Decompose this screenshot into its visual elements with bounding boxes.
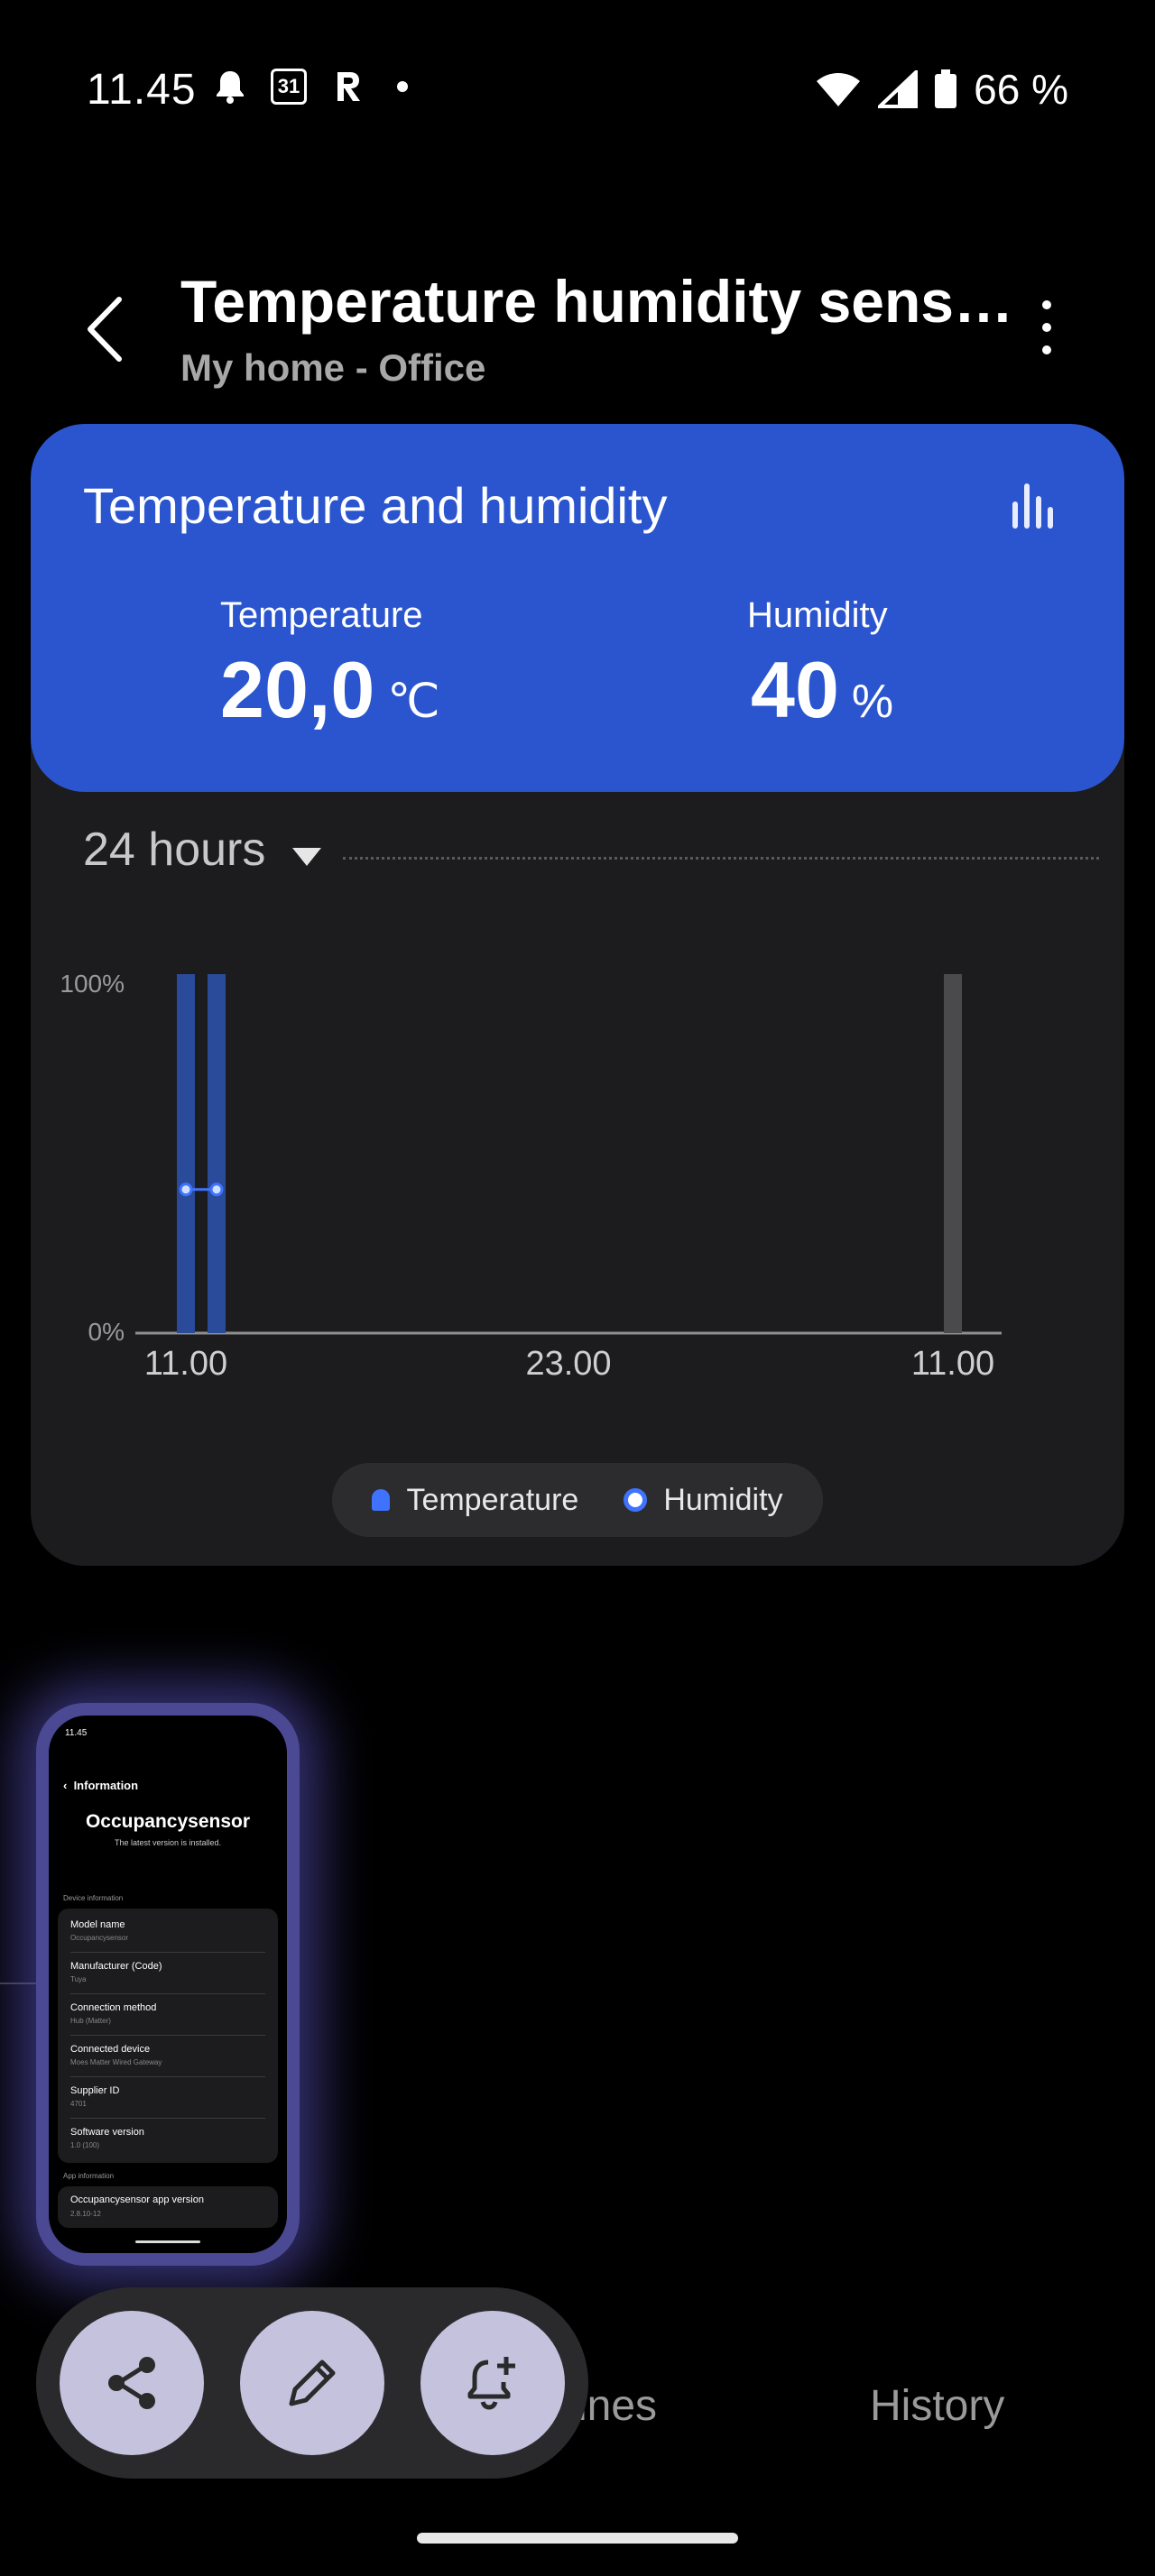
page-subtitle: My home - Office	[180, 346, 486, 389]
thumb-row-value: 1.0 (100)	[70, 2141, 100, 2149]
battery-icon	[935, 69, 957, 108]
status-time: 11.45	[87, 66, 197, 114]
more-options-button[interactable]	[1029, 296, 1065, 359]
thumb-info-row: Connected device Moes Matter Wired Gatewa…	[70, 2040, 265, 2077]
signal-icon	[878, 70, 919, 108]
thumb-version-note: The latest version is installed.	[114, 1838, 222, 1847]
thumb-row-value: Hub (Matter)	[70, 2017, 111, 2025]
humidity-point	[209, 1182, 224, 1197]
legend-humidity[interactable]: Humidity	[624, 1482, 783, 1518]
share-button[interactable]	[60, 2311, 204, 2455]
thumb-info-row: Connection method Hub (Matter)	[70, 1999, 265, 2036]
thumb-status-time: 11.45	[65, 1728, 88, 1738]
bar-chart-icon[interactable]	[1011, 480, 1058, 530]
thumb-app-row: Occupancysensor app version 2.8.10-12	[58, 2186, 278, 2228]
thumb-row-label: Model name	[70, 1919, 125, 1930]
status-notification-icons: 31	[215, 69, 408, 105]
dot-icon	[397, 81, 408, 92]
chevron-down-icon[interactable]	[292, 848, 321, 866]
thumbnail-edge-line	[0, 1983, 40, 1984]
page-title: Temperature humidity sens…	[180, 268, 1014, 335]
thumb-row-label: Connection method	[70, 2002, 157, 2013]
temperature-swatch	[372, 1489, 391, 1511]
bell-plus-icon	[467, 2357, 515, 2410]
range-divider	[343, 857, 1099, 860]
thumb-row-value: Tuya	[70, 1975, 87, 1983]
humidity-value: 40%	[751, 645, 894, 734]
legend-temperature-label: Temperature	[406, 1482, 579, 1517]
thumb-row-value: Occupancysensor	[70, 1934, 129, 1942]
thumb-row-label: Manufacturer (Code)	[70, 1961, 162, 1972]
temperature-unit: ℃	[387, 676, 440, 728]
thumb-header: ‹ Information	[63, 1779, 139, 1792]
screenshot-thumbnail[interactable]: 11.45 ‹ Information Occupancysensor The …	[49, 1716, 287, 2253]
calendar-icon: 31	[271, 69, 307, 105]
temperature-label: Temperature	[220, 595, 423, 635]
thumb-row-label: Connected device	[70, 2044, 151, 2055]
range-selector[interactable]: 24 hours	[83, 823, 265, 877]
temperature-bar	[177, 974, 195, 1333]
x-tick-label: 11.00	[144, 1345, 227, 1383]
thumb-device-list: Model name Occupancysensor Manufacturer (C…	[58, 1909, 278, 2163]
card-summary[interactable]: Temperature and humidity Temperature 20,…	[31, 424, 1124, 792]
thumb-section-device: Device information	[63, 1894, 124, 1902]
humidity-swatch	[624, 1488, 648, 1512]
tab-history[interactable]: History	[870, 2381, 1004, 2431]
thumb-section-app: App information	[63, 2172, 115, 2180]
bell-icon	[217, 71, 244, 104]
thumb-info-row: Supplier ID 4701	[70, 2082, 265, 2119]
wifi-icon	[817, 73, 861, 106]
status-system-icons: 66 %	[815, 65, 1068, 114]
temperature-humidity-card: Temperature and humidity Temperature 20,…	[31, 424, 1124, 1566]
edit-button[interactable]	[240, 2311, 384, 2455]
thumb-device-name: Occupancysensor	[85, 1811, 251, 1832]
r-app-icon	[337, 72, 360, 101]
thumb-home-indicator	[135, 2240, 200, 2243]
temperature-bar	[208, 974, 226, 1333]
y-tick-label: 100%	[60, 970, 125, 998]
y-tick-label: 0%	[88, 1318, 125, 1346]
add-notification-button[interactable]	[420, 2311, 565, 2455]
legend-humidity-label: Humidity	[663, 1482, 783, 1517]
history-chart: 100% 0% 11.00 23.00 11.00	[60, 970, 1002, 1383]
back-button[interactable]	[78, 289, 132, 370]
thumb-info-row: Software version 1.0 (100)	[70, 2123, 265, 2159]
status-bar: 11.45 31 66 %	[0, 0, 1155, 189]
share-icon	[108, 2357, 155, 2409]
x-tick-label: 11.00	[911, 1345, 994, 1383]
chart-legend: Temperature Humidity	[332, 1463, 823, 1537]
x-tick-label: 23.00	[525, 1345, 611, 1383]
thumb-info-row: Model name Occupancysensor	[70, 1916, 265, 1953]
pencil-icon	[289, 2360, 336, 2406]
legend-temperature[interactable]: Temperature	[372, 1483, 578, 1518]
thumb-info-row: Manufacturer (Code) Tuya	[70, 1957, 265, 1994]
current-time-marker	[944, 974, 962, 1333]
thumb-row-label: Software version	[70, 2127, 144, 2138]
thumb-row-label: Supplier ID	[70, 2085, 120, 2096]
thumb-row-value: 4701	[70, 2100, 87, 2108]
temperature-value: 20,0 ℃	[220, 645, 440, 734]
thumb-row-value: Moes Matter Wired Gateway	[70, 2058, 162, 2066]
humidity-label: Humidity	[747, 595, 888, 635]
humidity-point	[179, 1182, 193, 1197]
card-title: Temperature and humidity	[83, 477, 668, 534]
humidity-unit: %	[851, 676, 894, 728]
home-indicator	[417, 2533, 738, 2544]
tab-routines[interactable]: ines	[578, 2381, 657, 2431]
battery-level: 66 %	[974, 66, 1068, 113]
